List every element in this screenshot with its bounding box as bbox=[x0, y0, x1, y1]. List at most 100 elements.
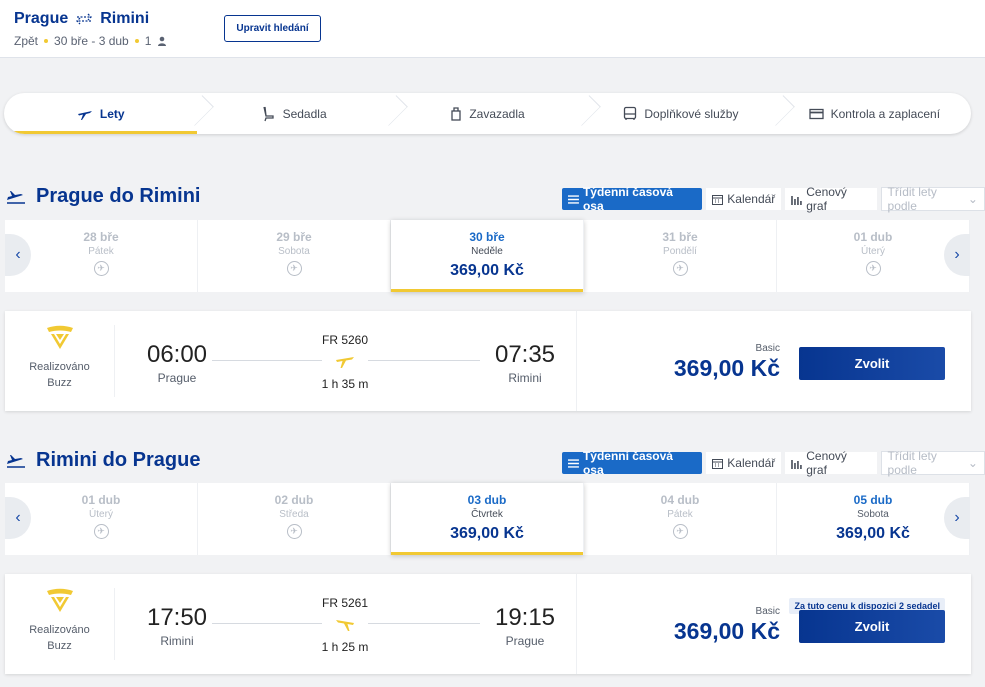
date-day: 04 dub Pátek ✈ bbox=[584, 483, 777, 555]
flight-duration: 1 h 35 m bbox=[321, 377, 369, 391]
day-weekday: Čtvrtek bbox=[471, 509, 503, 520]
date-day-selected[interactable]: 03 dub Čtvrtek 369,00 Kč bbox=[391, 483, 584, 555]
origin-city: Prague bbox=[14, 10, 69, 27]
view-tabs: Týdenní časová osa Kalendář Cenový graf … bbox=[562, 185, 985, 213]
date-day-selected[interactable]: 30 bře Neděle 369,00 Kč bbox=[391, 220, 584, 292]
luggage-icon bbox=[451, 106, 461, 121]
seat-icon bbox=[262, 106, 274, 121]
inbound-title: Rimini do Prague bbox=[6, 449, 200, 472]
arrival: 07:35 Rimini bbox=[480, 341, 570, 385]
tab-calendar[interactable]: Kalendář bbox=[706, 188, 782, 210]
departure-time: 17:50 bbox=[146, 604, 208, 631]
day-weekday: Pátek bbox=[88, 246, 114, 257]
tab-weekly-timeline[interactable]: Týdenní časová osa bbox=[562, 185, 703, 213]
fare-price: 369,00 Kč bbox=[673, 355, 780, 381]
bar-chart-icon bbox=[791, 459, 803, 469]
edit-search-button[interactable]: Upravit hledání bbox=[224, 15, 321, 42]
tab-label: Kalendář bbox=[727, 192, 776, 206]
calendar-icon bbox=[712, 194, 724, 205]
operator-label: Realizováno bbox=[29, 624, 90, 636]
top-bar: Prague Rimini Zpět 30 bře - 3 dub 1 Upra… bbox=[0, 0, 985, 58]
arrival-time: 07:35 bbox=[494, 341, 556, 368]
step-luggage[interactable]: Zavazadla bbox=[391, 93, 584, 134]
date-day: 31 bře Pondělí ✈ bbox=[584, 220, 777, 292]
tab-calendar[interactable]: Kalendář bbox=[706, 452, 782, 474]
day-date: 03 dub bbox=[467, 493, 507, 507]
day-weekday: Sobota bbox=[857, 509, 889, 520]
tab-label: Kalendář bbox=[727, 456, 776, 470]
no-flight-icon: ✈ bbox=[672, 524, 688, 539]
day-date: 31 bře bbox=[662, 230, 698, 244]
trip-type: Zpět bbox=[14, 34, 39, 48]
step-flights[interactable]: Lety bbox=[4, 93, 198, 134]
sort-placeholder: Třídit lety podle bbox=[887, 449, 937, 477]
arrival: 19:15 Prague bbox=[480, 604, 570, 648]
departure-time: 06:00 bbox=[146, 341, 208, 368]
route-line bbox=[368, 360, 480, 361]
step-label: Lety bbox=[99, 106, 125, 121]
step-extras[interactable]: Doplňkové služby bbox=[584, 93, 777, 134]
step-checkout[interactable]: Kontrola a zaplacení bbox=[778, 93, 971, 134]
operator: Realizováno Buzz bbox=[5, 588, 115, 660]
day-weekday: Pátek bbox=[667, 509, 693, 520]
chevron-down-icon: ⌄ bbox=[967, 192, 978, 206]
operator-name: Buzz bbox=[47, 640, 72, 652]
no-flight-icon: ✈ bbox=[865, 261, 881, 276]
no-flight-icon: ✈ bbox=[93, 261, 109, 276]
destination-city: Rimini bbox=[100, 10, 150, 27]
day-date: 28 bře bbox=[83, 230, 119, 244]
outbound-flight-card: Realizováno Buzz 06:00 Prague FR 5260 1 … bbox=[5, 311, 971, 411]
day-price: 369,00 Kč bbox=[836, 525, 910, 542]
departure-icon bbox=[7, 454, 25, 468]
section-title-text: Prague do Rimini bbox=[36, 185, 201, 207]
list-icon bbox=[568, 194, 579, 204]
plane-icon bbox=[336, 357, 354, 368]
fare: Basic 369,00 Kč Zvolit bbox=[605, 311, 965, 411]
inbound-date-bar: 01 dub Úterý ✈ 02 dub Středa ✈ 03 dub Čt… bbox=[5, 483, 970, 555]
date-day: 01 dub Úterý ✈ bbox=[777, 220, 970, 292]
day-date: 05 dub bbox=[853, 493, 893, 507]
separator-dot bbox=[44, 39, 49, 43]
sort-select[interactable]: Třídit lety podle ⌄ bbox=[880, 449, 985, 477]
tab-price-graph[interactable]: Cenový graf bbox=[785, 449, 877, 477]
operator-text: Realizováno Buzz bbox=[29, 622, 90, 654]
route-line bbox=[212, 623, 322, 624]
route-title: Prague Rimini bbox=[14, 10, 149, 28]
day-date: 02 dub bbox=[274, 493, 314, 507]
departure: 17:50 Rimini bbox=[132, 604, 222, 648]
fare-name: Basic bbox=[755, 606, 780, 617]
flight-duration: 1 h 25 m bbox=[321, 640, 369, 654]
date-day[interactable]: 05 dub Sobota 369,00 Kč bbox=[777, 483, 970, 555]
step-label: Doplňkové služby bbox=[644, 106, 739, 121]
select-flight-button[interactable]: Zvolit bbox=[799, 347, 945, 380]
select-flight-button[interactable]: Zvolit bbox=[799, 610, 945, 643]
tab-price-graph[interactable]: Cenový graf bbox=[785, 185, 877, 213]
bus-icon bbox=[624, 106, 637, 120]
airline-logo-icon bbox=[46, 588, 73, 612]
chevron-down-icon: ⌄ bbox=[967, 456, 978, 470]
tab-label: Cenový graf bbox=[806, 449, 847, 477]
departure-city: Prague bbox=[157, 371, 197, 385]
outbound-title: Prague do Rimini bbox=[6, 185, 200, 208]
outbound-date-bar: 28 bře Pátek ✈ 29 bře Sobota ✈ 30 bře Ne… bbox=[5, 220, 970, 292]
arrival-city: Prague bbox=[505, 634, 545, 648]
day-weekday: Pondělí bbox=[663, 246, 697, 257]
arrival-city: Rimini bbox=[508, 371, 542, 385]
section-title-text: Rimini do Prague bbox=[36, 449, 201, 471]
flight-times: 06:00 Prague FR 5260 1 h 35 m 07:35 Rimi… bbox=[115, 311, 577, 411]
tab-weekly-timeline[interactable]: Týdenní časová osa bbox=[562, 449, 703, 477]
date-day: 28 bře Pátek ✈ bbox=[5, 220, 198, 292]
flight-times: 17:50 Rimini FR 5261 1 h 25 m 19:15 Prag… bbox=[115, 574, 577, 674]
day-date: 30 bře bbox=[469, 230, 505, 244]
flight-number: FR 5261 bbox=[321, 596, 369, 610]
sort-select[interactable]: Třídit lety podle ⌄ bbox=[880, 185, 985, 213]
inbound-flight-card: Realizováno Buzz 17:50 Rimini FR 5261 1 … bbox=[5, 574, 971, 674]
step-seats[interactable]: Sedadla bbox=[197, 93, 390, 134]
no-flight-icon: ✈ bbox=[286, 524, 302, 539]
bar-chart-icon bbox=[791, 195, 803, 205]
operator: Realizováno Buzz bbox=[5, 325, 115, 397]
no-flight-icon: ✈ bbox=[286, 261, 302, 276]
view-tabs: Týdenní časová osa Kalendář Cenový graf … bbox=[562, 449, 985, 477]
departure-city: Rimini bbox=[160, 634, 194, 648]
operator-label: Realizováno bbox=[29, 361, 90, 373]
